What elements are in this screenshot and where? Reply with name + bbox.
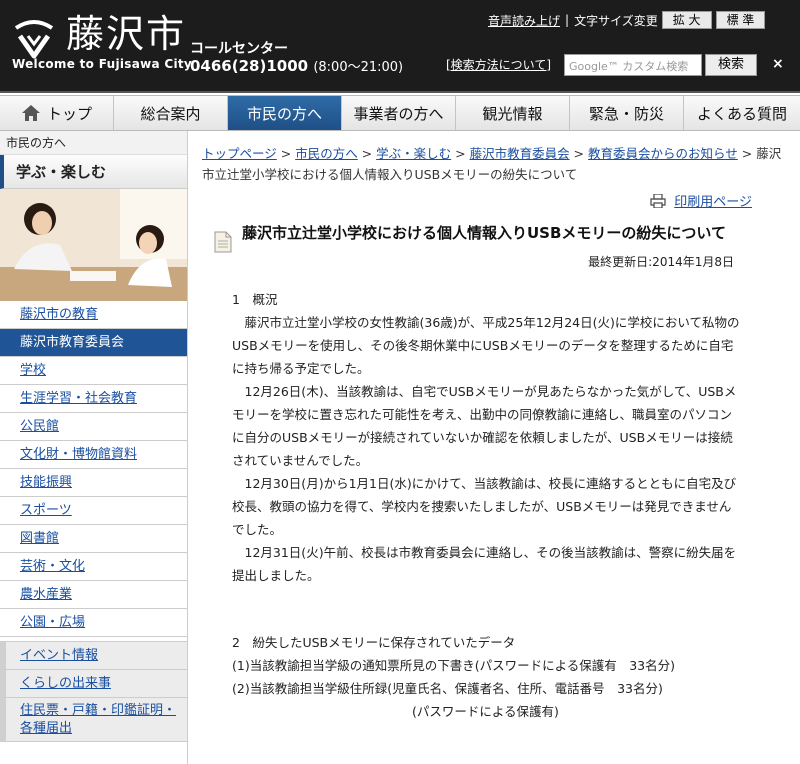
breadcrumb-link[interactable]: 藤沢市教育委員会 (470, 146, 570, 161)
font-enlarge-button[interactable]: 拡 大 (661, 11, 712, 29)
nav-item-label: 事業者の方へ (353, 104, 444, 123)
call-center-hours: (8:00～21:00) (313, 60, 404, 75)
call-center-number: 0466(28)1000 (190, 57, 309, 75)
call-center-label: コールセンター (190, 41, 288, 57)
sidebar-item-skills[interactable]: 技能振興 (0, 469, 187, 497)
sidebar-item-school[interactable]: 学校 (0, 357, 187, 385)
mother-child-illustration (0, 189, 187, 301)
sidebar-item-cultural-assets[interactable]: 文化財・博物館資料 (0, 441, 187, 469)
home-icon (21, 105, 40, 121)
paragraph: 12月30日(月)から1月1日(水)にかけて、当該教諭は、校長に連絡するとともに… (232, 476, 737, 537)
nav-item-label: 緊急・防災 (588, 104, 664, 123)
sidebar-photo (0, 189, 187, 301)
section-heading: 1 概況 (232, 292, 278, 307)
nav-item-citizens[interactable]: 市民の方へ (228, 96, 342, 130)
sidebar-item-agriculture[interactable]: 農水産業 (0, 581, 187, 609)
search-input[interactable]: Google™ カスタム検索 (564, 54, 702, 76)
search-help: [検索方法について] (446, 56, 551, 73)
sidebar-item-education-board[interactable]: 藤沢市教育委員会 (0, 329, 187, 357)
breadcrumb-separator: > (276, 146, 296, 161)
sidebar-item-sports[interactable]: スポーツ (0, 497, 187, 525)
last-updated: 最終更新日:2014年1月8日 (588, 255, 734, 269)
sidebar-section-head: 学ぶ・楽しむ (0, 155, 187, 189)
section-2: 2 紛失したUSBメモリーに保存されていたデータ (1)当該教諭担当学級の通知票… (232, 631, 740, 723)
sidebar-item-library[interactable]: 図書館 (0, 525, 187, 553)
list-item: (2)当該教諭担当学級住所録(児童氏名、保護者名、住所、電話番号 33名分) (232, 681, 663, 696)
list-item: (1)当該教諭担当学級の通知票所見の下書き(パスワードによる保護有 33名分) (232, 658, 675, 673)
breadcrumb-separator: > (451, 146, 470, 161)
close-icon[interactable]: × (772, 56, 784, 72)
main-content: トップページ > 市民の方へ > 学ぶ・楽しむ > 藤沢市教育委員会 > 教育委… (202, 131, 792, 764)
sidebar-item-arts[interactable]: 芸術・文化 (0, 553, 187, 581)
sidebar-item-resident-records[interactable]: 住民票・戸籍・印鑑証明・各種届出 (0, 698, 187, 742)
breadcrumb-separator: > (569, 146, 588, 161)
list-item-note: (パスワードによる保護有) (412, 704, 559, 719)
sidebar-item-community-center[interactable]: 公民館 (0, 413, 187, 441)
print-page-link[interactable]: 印刷用ページ (674, 195, 752, 210)
site-logo-welcome: Welcome to Fujisawa City (12, 57, 193, 71)
nav-item-label: 観光情報 (482, 104, 543, 123)
sidebar: 市民の方へ 学ぶ・楽しむ 藤沢市の教育 藤沢市教育委員会 学校 生涯学習・社会教… (0, 131, 188, 764)
sidebar-top-label: 市民の方へ (0, 131, 187, 155)
site-logo-name[interactable]: 藤沢市 (66, 10, 186, 58)
breadcrumb-separator: > (737, 146, 757, 161)
breadcrumb-link[interactable]: 教育委員会からのお知らせ (588, 146, 738, 161)
font-standard-button[interactable]: 標 準 (715, 11, 766, 29)
global-nav: トップ 総合案内 市民の方へ 事業者の方へ 観光情報 緊急・防災 よくある質問 (0, 95, 800, 131)
city-emblem-icon (14, 20, 54, 59)
breadcrumb-link[interactable]: 学ぶ・楽しむ (376, 146, 451, 161)
paragraph: 藤沢市立辻堂小学校の女性教諭(36歳)が、平成25年12月24日(火)に学校にお… (232, 315, 740, 376)
sidebar-item-events[interactable]: イベント情報 (0, 642, 187, 670)
nav-item-label: よくある質問 (696, 104, 787, 123)
breadcrumb-link[interactable]: 市民の方へ (295, 146, 358, 161)
font-size-label: 文字サイズ変更 (574, 13, 658, 28)
page-title: 藤沢市立辻堂小学校における個人情報入りUSBメモリーの紛失について (242, 224, 726, 242)
sidebar-item-education[interactable]: 藤沢市の教育 (0, 301, 187, 329)
nav-item-guide[interactable]: 総合案内 (114, 96, 228, 130)
document-icon (214, 231, 232, 253)
read-aloud-link[interactable]: 音声読み上げ (488, 12, 560, 29)
paragraph: 12月31日(火)午前、校長は市教育委員会に連絡し、その後当該教諭は、警察に紛失… (232, 545, 737, 583)
nav-item-label: 総合案内 (140, 104, 201, 123)
breadcrumb-separator: > (357, 146, 377, 161)
printer-icon (650, 193, 666, 209)
paragraph: 12月26日(木)、当該教諭は、自宅でUSBメモリーが見あたらなかった気がして、… (232, 384, 737, 468)
utility-bar: 音声読み上げ | 文字サイズ変更 拡 大 標 準 (488, 10, 766, 30)
nav-item-tourism[interactable]: 観光情報 (456, 96, 570, 130)
print-row: 印刷用ページ (202, 191, 792, 215)
article-body: 1 概況 藤沢市立辻堂小学校の女性教諭(36歳)が、平成25年12月24日(火)… (202, 288, 792, 723)
breadcrumb: トップページ > 市民の方へ > 学ぶ・楽しむ > 藤沢市教育委員会 > 教育委… (202, 143, 792, 185)
nav-item-faq[interactable]: よくある質問 (684, 96, 800, 130)
nav-item-business[interactable]: 事業者の方へ (342, 96, 456, 130)
nav-item-label: トップ (46, 104, 92, 123)
breadcrumb-link[interactable]: トップページ (202, 146, 277, 161)
site-header: 藤沢市 Welcome to Fujisawa City コールセンター 046… (0, 0, 800, 93)
section-heading: 2 紛失したUSBメモリーに保存されていたデータ (232, 635, 516, 650)
nav-item-top[interactable]: トップ (0, 96, 114, 130)
nav-item-emergency[interactable]: 緊急・防災 (570, 96, 684, 130)
search-button[interactable]: 検索 (705, 54, 757, 76)
nav-item-label: 市民の方へ (246, 104, 322, 123)
sidebar-item-life-events[interactable]: くらしの出来事 (0, 670, 187, 698)
search-help-link[interactable]: [検索方法について] (446, 58, 551, 72)
sidebar-item-parks[interactable]: 公園・広場 (0, 609, 187, 637)
sidebar-group: イベント情報 くらしの出来事 住民票・戸籍・印鑑証明・各種届出 (0, 641, 187, 742)
utility-separator: | (565, 13, 570, 27)
sidebar-item-lifelong-learning[interactable]: 生涯学習・社会教育 (0, 385, 187, 413)
title-row: 藤沢市立辻堂小学校における個人情報入りUSBメモリーの紛失について (202, 221, 792, 253)
call-center-phone: 0466(28)1000 (8:00～21:00) (190, 56, 403, 75)
